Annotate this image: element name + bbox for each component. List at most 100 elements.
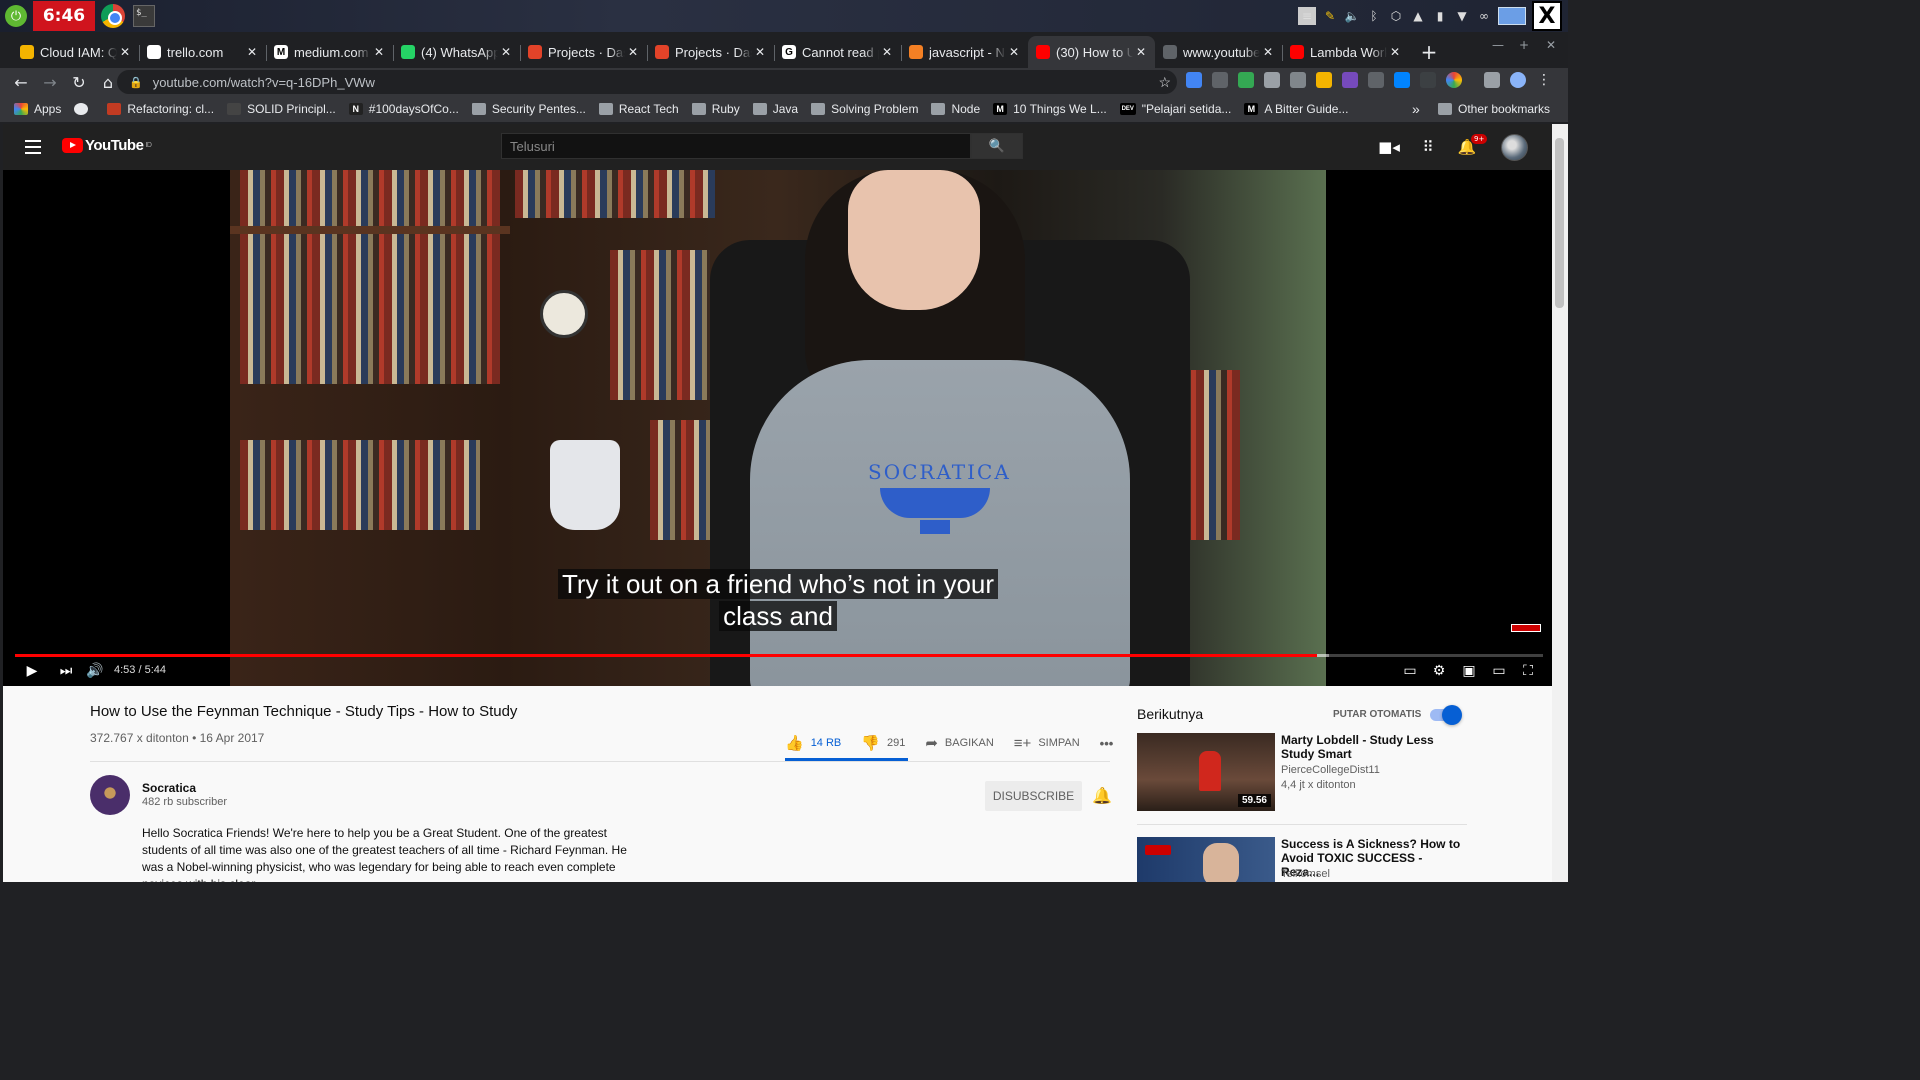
more-actions-button[interactable]: •••: [1100, 736, 1114, 751]
lock-extension-icon[interactable]: [1420, 72, 1436, 88]
refresh-extension-icon[interactable]: [1290, 72, 1306, 88]
channel-name[interactable]: Socratica: [142, 781, 196, 795]
notification-bell-icon[interactable]: 🔔: [1092, 786, 1112, 805]
bookmark-item[interactable]: M 10 Things We L...: [993, 102, 1107, 116]
miniplayer-icon[interactable]: ▣: [1459, 662, 1479, 680]
bookmark-folder[interactable]: Ruby: [691, 102, 740, 116]
page-scrollbar[interactable]: [1552, 124, 1568, 882]
bookmark-item[interactable]: Refactoring: cl...: [107, 102, 214, 116]
tab-close-icon[interactable]: ✕: [1006, 45, 1022, 59]
theater-mode-icon[interactable]: ▭: [1489, 662, 1509, 680]
maximize-icon[interactable]: +: [1519, 38, 1529, 52]
browser-tab[interactable]: G Cannot read p ✕: [774, 36, 901, 68]
workspace-indicator[interactable]: [1498, 7, 1526, 25]
browser-tab[interactable]: (4) WhatsApp ✕: [393, 36, 520, 68]
dislike-button[interactable]: 👎 291: [861, 734, 905, 752]
network-icon[interactable]: ⬡: [1388, 8, 1404, 24]
tab-close-icon[interactable]: ✕: [1133, 45, 1149, 59]
bookmark-apps[interactable]: Apps: [14, 102, 61, 116]
reload-icon[interactable]: ↻: [66, 69, 92, 95]
palette-extension-icon[interactable]: [1446, 72, 1462, 88]
tab-close-icon[interactable]: ✕: [1387, 45, 1403, 59]
profile-avatar-icon[interactable]: [1510, 72, 1526, 88]
tab-close-icon[interactable]: ✕: [1260, 45, 1276, 59]
browser-tab[interactable]: Projects · Das ✕: [520, 36, 647, 68]
back-icon[interactable]: ←: [8, 69, 34, 95]
forward-icon[interactable]: →: [37, 69, 63, 95]
recommendation-thumbnail[interactable]: [1137, 837, 1275, 882]
analytics-extension-icon[interactable]: [1238, 72, 1254, 88]
volume-icon[interactable]: 🔈: [1344, 8, 1360, 24]
apps-grid-icon[interactable]: ⠿: [1418, 138, 1438, 156]
bookmark-folder[interactable]: React Tech: [598, 102, 679, 116]
json-extension-icon[interactable]: [1212, 72, 1228, 88]
browser-tab[interactable]: Projects · Das ✕: [647, 36, 774, 68]
play-icon[interactable]: ▶: [23, 662, 41, 680]
bookmark-item[interactable]: SOLID Principl...: [227, 102, 336, 116]
battery-icon[interactable]: ▮: [1432, 8, 1448, 24]
redux-extension-icon[interactable]: [1342, 72, 1358, 88]
browser-tab[interactable]: trello.com ✕: [139, 36, 266, 68]
bluetooth-icon[interactable]: ᛒ: [1366, 8, 1382, 24]
like-button[interactable]: 👍 14 RB: [785, 734, 841, 752]
share-button[interactable]: ➦ BAGIKAN: [925, 734, 993, 752]
other-bookmarks[interactable]: Other bookmarks: [1438, 102, 1550, 116]
notes-icon[interactable]: ≡: [1298, 7, 1316, 25]
recommendation-item[interactable]: Success is A Sickness? How to Avoid TOXI…: [1137, 837, 1467, 882]
settings-icon[interactable]: ⚙: [1429, 662, 1449, 680]
link-icon[interactable]: ∞: [1476, 8, 1492, 24]
bookmark-item[interactable]: M A Bitter Guide...: [1244, 102, 1348, 116]
tab-close-icon[interactable]: ✕: [752, 45, 768, 59]
subtitles-icon[interactable]: ▭: [1401, 662, 1419, 680]
tab-close-icon[interactable]: ✕: [498, 45, 514, 59]
terminal-app-icon[interactable]: $_: [133, 5, 155, 27]
percent-extension-icon[interactable]: [1368, 72, 1384, 88]
grid-extension-icon[interactable]: [1264, 72, 1280, 88]
lock-icon[interactable]: 🔒: [129, 76, 143, 89]
launcher-icon[interactable]: ⏻: [5, 5, 27, 27]
bookmark-item[interactable]: DEV "Pelajari setida...: [1119, 102, 1231, 116]
next-video-icon[interactable]: ⏭: [57, 662, 75, 680]
color-extension-icon[interactable]: [1316, 72, 1332, 88]
tab-close-icon[interactable]: ✕: [244, 45, 260, 59]
progress-bar[interactable]: [15, 654, 1543, 657]
bookmark-folder[interactable]: Solving Problem: [811, 102, 918, 116]
bookmark-star-icon[interactable]: ☆: [1158, 74, 1171, 91]
bookmarks-overflow-icon[interactable]: »: [1412, 101, 1420, 117]
volume-control-icon[interactable]: 🔊: [85, 662, 105, 680]
tab-close-icon[interactable]: ✕: [879, 45, 895, 59]
chrome-app-icon[interactable]: [101, 4, 125, 28]
tab-close-icon[interactable]: ✕: [625, 45, 641, 59]
media-queue-icon[interactable]: [1484, 72, 1500, 88]
upload-icon[interactable]: ▲: [1410, 8, 1426, 24]
autoplay-toggle-knob[interactable]: [1442, 705, 1462, 725]
video-player[interactable]: SOCRATICA Try it out on a friend who’s n…: [3, 170, 1552, 686]
youtube-logo[interactable]: YouTube ID: [62, 137, 152, 154]
browser-tab[interactable]: www.youtube ✕: [1155, 36, 1282, 68]
youtube-watermark-icon[interactable]: [1511, 624, 1541, 632]
new-tab-button[interactable]: +: [1415, 36, 1443, 68]
bookmark-item[interactable]: [74, 103, 94, 115]
unsubscribe-button[interactable]: DISUBSCRIBE: [985, 781, 1082, 811]
recommendation-title[interactable]: Marty Lobdell - Study Less Study Smart: [1281, 733, 1461, 761]
create-video-icon[interactable]: ■◂: [1378, 138, 1400, 156]
hamburger-menu-icon[interactable]: [25, 140, 41, 154]
browser-tab[interactable]: Lambda Work ✕: [1282, 36, 1409, 68]
save-button[interactable]: ≡+ SIMPAN: [1014, 735, 1080, 752]
close-session-icon[interactable]: X: [1532, 1, 1562, 31]
account-avatar[interactable]: [1501, 134, 1528, 161]
bookmark-folder[interactable]: Node: [931, 102, 980, 116]
chrome-menu-icon[interactable]: ⋮: [1536, 72, 1552, 88]
scrollbar-thumb[interactable]: [1555, 138, 1564, 308]
minimize-icon[interactable]: —: [1492, 38, 1504, 52]
tab-close-icon[interactable]: ✕: [371, 45, 387, 59]
bookmark-item[interactable]: N #100daysOfCo...: [348, 102, 459, 116]
search-input[interactable]: Telusuri: [501, 133, 971, 159]
fullscreen-icon[interactable]: ⛶: [1518, 662, 1538, 680]
browser-tab[interactable]: Cloud IAM: Q ✕: [12, 36, 139, 68]
edit-icon[interactable]: ✎: [1322, 8, 1338, 24]
translate-extension-icon[interactable]: [1186, 72, 1202, 88]
bookmark-folder[interactable]: Java: [752, 102, 798, 116]
browser-tab[interactable]: Mmedium.com ✕: [266, 36, 393, 68]
close-window-icon[interactable]: ✕: [1546, 38, 1556, 52]
